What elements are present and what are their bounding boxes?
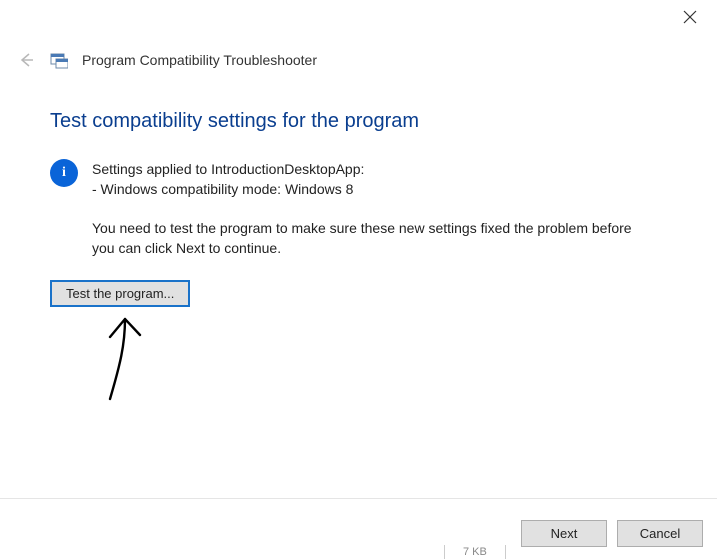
settings-line-1: Settings applied to IntroductionDesktopA… <box>92 159 687 179</box>
instruction-text: You need to test the program to make sur… <box>92 218 652 259</box>
info-icon: i <box>50 159 78 187</box>
troubleshooter-icon <box>50 51 68 69</box>
close-icon <box>683 10 697 24</box>
background-fragment: 7 KB <box>444 545 506 559</box>
fragment-text: 7 KB <box>463 546 487 558</box>
back-arrow-icon <box>17 51 35 69</box>
hand-drawn-arrow-annotation <box>100 315 150 408</box>
close-button[interactable] <box>683 10 699 26</box>
footer-separator <box>0 498 717 499</box>
settings-line-2: - Windows compatibility mode: Windows 8 <box>92 179 687 199</box>
main-heading: Test compatibility settings for the prog… <box>50 110 687 133</box>
settings-applied-text: Settings applied to IntroductionDesktopA… <box>92 159 687 200</box>
test-program-button[interactable]: Test the program... <box>50 280 190 307</box>
back-button[interactable] <box>16 50 36 70</box>
window-title: Program Compatibility Troubleshooter <box>82 52 317 68</box>
cancel-button[interactable]: Cancel <box>617 520 703 547</box>
next-button[interactable]: Next <box>521 520 607 547</box>
